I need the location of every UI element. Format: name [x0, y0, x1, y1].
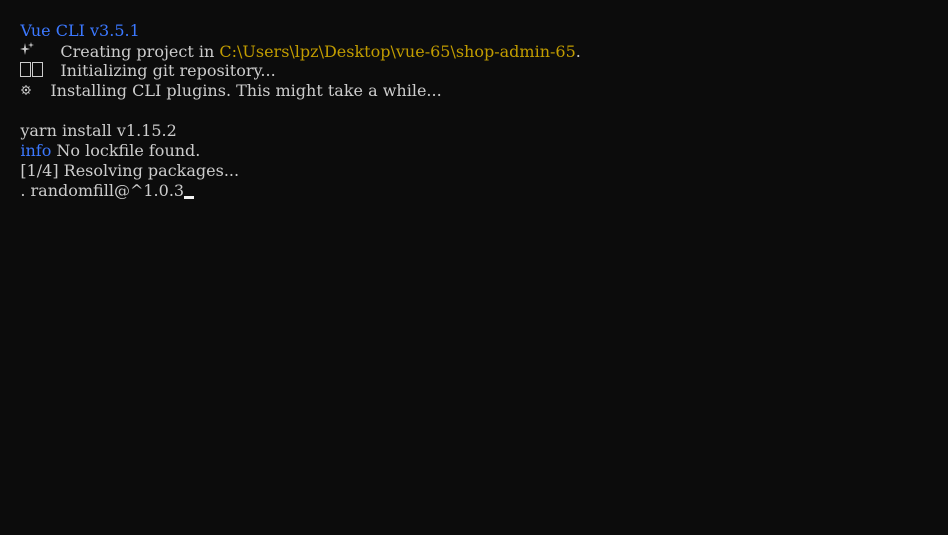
info-tag: info	[20, 141, 52, 160]
sparkle-icon	[20, 41, 60, 62]
header-line: Vue CLI v3.5.1	[0, 1, 948, 40]
progress-text: . randomfill@^1.0.3	[20, 181, 185, 200]
yarn-install-text: yarn install v1.15.2	[20, 121, 177, 140]
git-box-icon	[20, 61, 60, 81]
plugins-text: Installing CLI plugins. This might take …	[50, 81, 442, 100]
project-path: C:\Users\lpz\Desktop\vue-65\shop-admin-6…	[219, 42, 576, 61]
resolving-text: [1/4] Resolving packages...	[20, 161, 240, 180]
gear-icon	[20, 81, 50, 101]
terminal-window[interactable]: Vue CLI v3.5.1 Creating project in C:\Us…	[0, 0, 948, 535]
text-cursor	[184, 196, 195, 199]
creating-prefix: Creating project in	[60, 42, 220, 61]
creating-suffix: .	[575, 42, 581, 61]
yarn-install-line: yarn install v1.15.2	[0, 101, 948, 140]
git-init-text: Initializing git repository...	[60, 61, 276, 80]
info-text: No lockfile found.	[51, 141, 201, 160]
vue-cli-version: Vue CLI v3.5.1	[20, 21, 140, 40]
creating-project-line: Creating project in C:\Users\lpz\Desktop…	[0, 21, 948, 61]
